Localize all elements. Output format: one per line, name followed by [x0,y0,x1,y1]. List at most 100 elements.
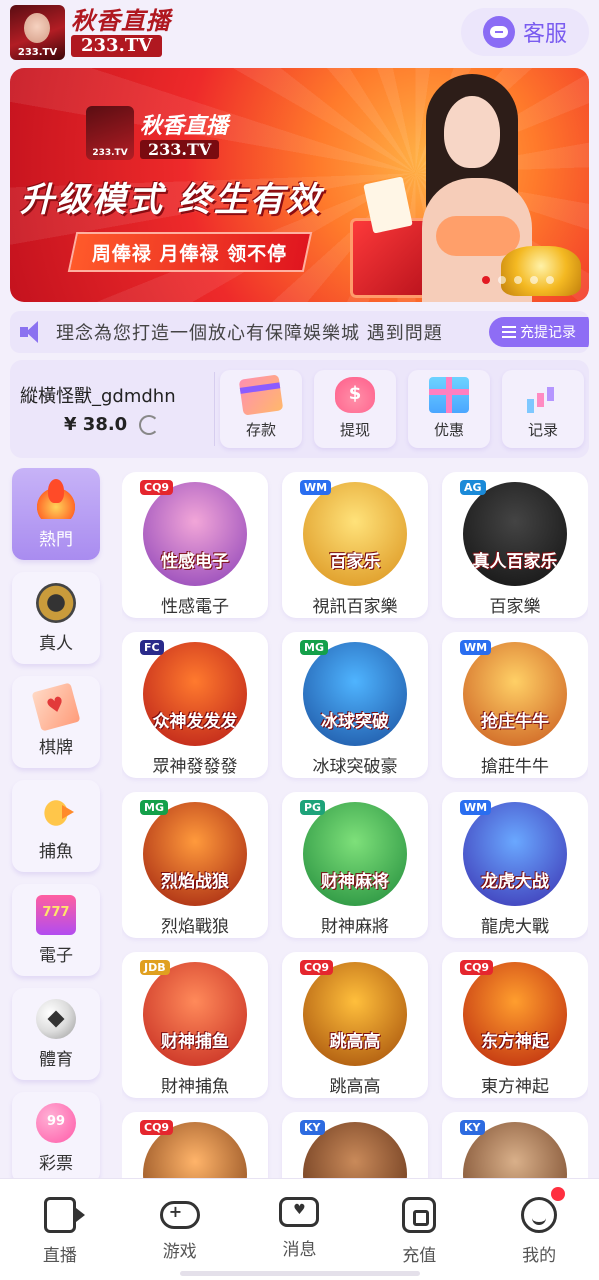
customer-service-button[interactable]: 客服 [461,8,589,56]
game-card[interactable]: 龙虎大战 WM 龍虎大戰 [442,792,588,938]
game-art: 龙虎大战 [463,802,567,906]
wallet-icon [402,1197,437,1233]
banner-logo-en: 233.TV [140,139,220,159]
nav-item-1[interactable]: 游戏 [120,1179,240,1280]
carousel-dot[interactable] [482,276,490,284]
game-card[interactable]: 众神发发发 FC 眾神發發發 [122,632,268,778]
gamepad-icon [159,1201,200,1229]
action-label: 提现 [339,421,370,439]
game-art-title: 真人百家乐 [472,552,558,572]
action-button-0[interactable]: 存款 [220,370,302,448]
game-card[interactable]: 财神麻将 PG 財神麻將 [282,792,428,938]
provider-badge: WM [300,480,332,495]
game-card[interactable]: KY [282,1112,428,1180]
provider-badge: KY [460,1120,485,1135]
game-name: 冰球突破豪 [312,757,398,777]
game-card[interactable]: 抢庄牛牛 WM 搶莊牛牛 [442,632,588,778]
money-bag-icon [335,377,375,413]
game-card[interactable]: 烈焰战狼 MG 烈焰戰狼 [122,792,268,938]
category-tab-6[interactable]: 彩票 [12,1092,100,1184]
banner-headline: 升级模式 终生有效 [20,180,322,220]
banner-subline: 周俸禄 月俸禄 领不停 [67,232,313,272]
speaker-icon [20,321,48,343]
provider-badge: CQ9 [140,1120,174,1135]
game-art: 东方神起 [463,962,567,1066]
lottery-ball-icon [36,1103,76,1143]
category-label: 電子 [39,946,73,966]
game-art-title: 财神捕鱼 [161,1032,229,1052]
game-card[interactable]: KY [442,1112,588,1180]
game-art-title: 众神发发发 [152,712,238,732]
game-name: 龍虎大戰 [481,917,549,937]
action-button-3[interactable]: 记录 [502,370,584,448]
game-card[interactable]: 真人百家乐 AG 百家樂 [442,472,588,618]
provider-badge: MG [140,800,168,815]
fire-icon [36,479,76,519]
nav-label: 我的 [522,1246,557,1266]
username: 縱橫怪獸_gdmdhn [20,386,176,407]
notification-badge [551,1187,566,1201]
carousel-dot[interactable] [546,276,554,284]
cards-icon [31,682,81,732]
category-tab-2[interactable]: 棋牌 [12,676,100,768]
game-art-title: 百家乐 [329,552,381,572]
fish-icon [36,791,76,831]
game-card[interactable]: CQ9 [122,1112,268,1180]
action-button-2[interactable]: 优惠 [408,370,490,448]
nav-item-2[interactable]: 消息 [240,1179,360,1280]
provider-badge: PG [300,800,326,815]
app-logo-text: 秋香直播 233.TV [71,7,171,57]
slot-icon [36,895,76,935]
game-art: 性感电子 [143,482,247,586]
bottom-nav: 直播 游戏 消息 充值 我的 [0,1178,599,1280]
provider-badge: MG [300,640,328,655]
game-name: 百家樂 [489,597,541,617]
top-header: 233.TV 秋香直播 233.TV 客服 [0,0,599,64]
recharge-records-button[interactable]: 充提记录 [489,317,589,347]
logo-en-text: 233.TV [71,35,163,57]
category-label: 體育 [39,1050,73,1070]
carousel-dots[interactable] [482,276,554,284]
chip-icon [36,583,76,623]
game-card[interactable]: 百家乐 WM 視訊百家樂 [282,472,428,618]
category-tab-0[interactable]: 熱門 [12,468,100,560]
game-art-title: 财神麻将 [321,872,389,892]
game-art: 抢庄牛牛 [463,642,567,746]
account-card: 縱橫怪獸_gdmdhn ¥ 38.0 存款 提现 优惠 记录 [10,360,589,458]
announcement-marquee[interactable]: 理念為您打造一個放心有保障娛樂城 遇到問題 充提记录 [10,311,589,353]
category-tab-5[interactable]: 體育 [12,988,100,1080]
bar-chart-icon [523,377,563,413]
category-tab-3[interactable]: 捕魚 [12,780,100,872]
profile-icon [521,1197,558,1233]
category-tab-1[interactable]: 真人 [12,572,100,664]
balance: ¥ 38.0 [64,414,160,435]
action-label: 存款 [245,421,276,439]
game-art: 烈焰战狼 [143,802,247,906]
promo-banner[interactable]: 233.TV 秋香直播 233.TV 升级模式 终生有效 周俸禄 月俸禄 领不停 [10,68,589,302]
game-card[interactable]: 冰球突破 MG 冰球突破豪 [282,632,428,778]
game-card[interactable]: 跳高高 CQ9 跳高高 [282,952,428,1098]
provider-badge: AG [460,480,486,495]
nav-item-3[interactable]: 充值 [359,1179,479,1280]
nav-label: 消息 [282,1240,317,1260]
carousel-dot[interactable] [530,276,538,284]
game-art: 跳高高 [303,962,407,1066]
nav-item-4[interactable]: 我的 [479,1179,599,1280]
game-name: 財神捕魚 [161,1077,229,1097]
game-card[interactable]: 财神捕鱼 JDB 財神捕魚 [122,952,268,1098]
headset-chat-icon [482,16,515,48]
nav-item-0[interactable]: 直播 [0,1179,120,1280]
balance-value: ¥ 38.0 [64,414,128,435]
carousel-dot[interactable] [498,276,506,284]
nav-label: 直播 [42,1246,77,1266]
action-button-1[interactable]: 提现 [314,370,396,448]
refresh-icon[interactable] [139,414,160,435]
game-art: 众神发发发 [143,642,247,746]
carousel-dot[interactable] [514,276,522,284]
game-name: 財神麻將 [321,917,389,937]
game-card[interactable]: 性感电子 CQ9 性感電子 [122,472,268,618]
game-card[interactable]: 东方神起 CQ9 東方神起 [442,952,588,1098]
banner-logo-cn: 秋香直播 [140,112,229,139]
category-tab-4[interactable]: 電子 [12,884,100,976]
nav-label: 充值 [402,1246,437,1266]
